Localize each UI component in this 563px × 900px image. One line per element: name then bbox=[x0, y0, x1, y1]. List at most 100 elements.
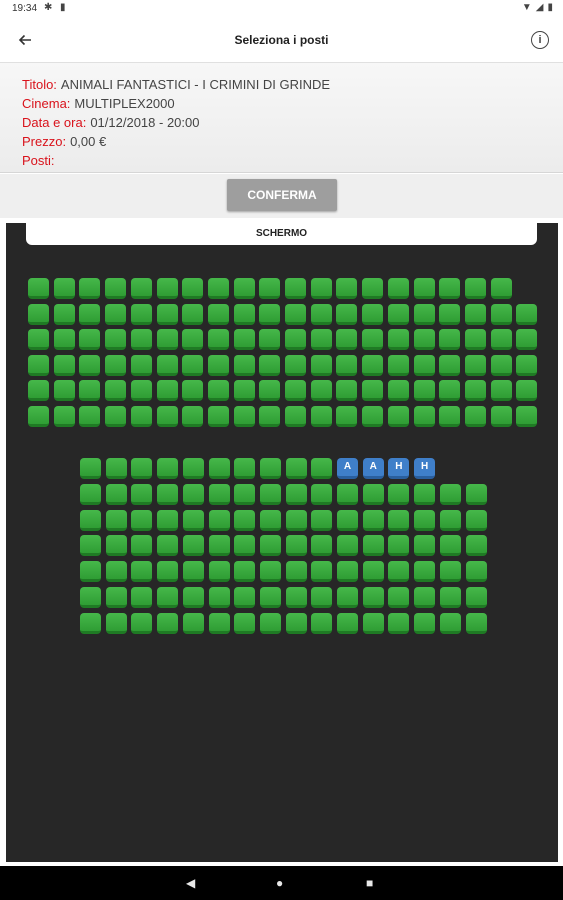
seat[interactable] bbox=[310, 303, 332, 325]
seat[interactable] bbox=[439, 561, 461, 583]
seat[interactable] bbox=[234, 561, 256, 583]
seat[interactable] bbox=[131, 612, 153, 634]
seat[interactable] bbox=[234, 587, 256, 608]
seat[interactable] bbox=[387, 278, 409, 299]
seat-selected[interactable]: H bbox=[414, 458, 436, 479]
seat[interactable] bbox=[337, 483, 358, 505]
seat[interactable] bbox=[79, 278, 101, 299]
seat[interactable] bbox=[259, 612, 281, 634]
seat[interactable] bbox=[337, 587, 358, 608]
seat[interactable] bbox=[336, 278, 358, 299]
seat[interactable] bbox=[336, 303, 358, 325]
seat[interactable] bbox=[208, 612, 230, 634]
seat[interactable] bbox=[234, 612, 256, 634]
seat[interactable] bbox=[157, 535, 179, 557]
seat[interactable] bbox=[259, 587, 281, 608]
seat[interactable] bbox=[311, 587, 333, 608]
seat[interactable] bbox=[336, 380, 358, 401]
seat[interactable] bbox=[310, 380, 332, 401]
seat[interactable] bbox=[310, 278, 332, 299]
seat[interactable] bbox=[207, 278, 229, 299]
seat[interactable] bbox=[208, 561, 230, 583]
seat[interactable] bbox=[311, 458, 333, 479]
seat[interactable] bbox=[414, 561, 436, 583]
seat[interactable] bbox=[285, 458, 307, 479]
nav-back-icon[interactable]: ◀ bbox=[186, 876, 195, 890]
seat[interactable] bbox=[234, 483, 256, 505]
seat-selected[interactable]: H bbox=[388, 458, 410, 479]
seat[interactable] bbox=[182, 278, 204, 299]
seat[interactable] bbox=[182, 329, 204, 350]
seat[interactable] bbox=[439, 303, 461, 325]
seat[interactable] bbox=[439, 612, 461, 634]
seat[interactable] bbox=[465, 612, 487, 634]
seat[interactable] bbox=[234, 458, 256, 479]
seat[interactable] bbox=[182, 509, 204, 531]
seat[interactable] bbox=[130, 405, 152, 427]
seat[interactable] bbox=[311, 509, 333, 531]
seat[interactable] bbox=[105, 612, 127, 634]
seat-selected[interactable]: A bbox=[362, 458, 384, 479]
seat[interactable] bbox=[465, 509, 487, 531]
seat[interactable] bbox=[285, 329, 306, 350]
seat[interactable] bbox=[464, 405, 486, 427]
seat[interactable] bbox=[337, 612, 358, 634]
seat[interactable] bbox=[105, 405, 127, 427]
seat[interactable] bbox=[413, 303, 435, 325]
seat[interactable] bbox=[233, 405, 255, 427]
seat[interactable] bbox=[131, 509, 153, 531]
seat[interactable] bbox=[259, 380, 281, 401]
seat[interactable] bbox=[387, 380, 409, 401]
seat[interactable] bbox=[464, 278, 486, 299]
seat[interactable] bbox=[310, 354, 332, 376]
seat[interactable] bbox=[105, 587, 127, 608]
seat[interactable] bbox=[516, 380, 538, 401]
seat[interactable] bbox=[131, 587, 153, 608]
seat[interactable] bbox=[157, 561, 179, 583]
seat[interactable] bbox=[157, 509, 179, 531]
seat[interactable] bbox=[80, 458, 101, 479]
seat[interactable] bbox=[53, 278, 75, 299]
seat[interactable] bbox=[337, 535, 358, 557]
seat[interactable] bbox=[182, 354, 204, 376]
seat[interactable] bbox=[207, 405, 229, 427]
seat[interactable] bbox=[131, 483, 153, 505]
seat[interactable] bbox=[362, 278, 384, 299]
seat[interactable] bbox=[259, 278, 281, 299]
seat[interactable] bbox=[310, 329, 332, 350]
seat[interactable] bbox=[182, 587, 204, 608]
seat[interactable] bbox=[285, 535, 307, 557]
seat[interactable] bbox=[516, 303, 538, 325]
seat[interactable] bbox=[80, 483, 101, 505]
seat[interactable] bbox=[516, 354, 538, 376]
seat[interactable] bbox=[439, 483, 461, 505]
seat[interactable] bbox=[362, 329, 384, 350]
seat[interactable] bbox=[388, 587, 410, 608]
seat[interactable] bbox=[362, 483, 384, 505]
seat[interactable] bbox=[337, 509, 358, 531]
seat[interactable] bbox=[439, 329, 461, 350]
seat[interactable] bbox=[490, 354, 512, 376]
seat[interactable] bbox=[310, 405, 332, 427]
seat[interactable] bbox=[157, 612, 179, 634]
seat[interactable] bbox=[130, 380, 152, 401]
seat[interactable] bbox=[285, 483, 307, 505]
seat[interactable] bbox=[80, 612, 101, 634]
seat[interactable] bbox=[414, 483, 436, 505]
seat[interactable] bbox=[130, 278, 152, 299]
seat[interactable] bbox=[388, 483, 410, 505]
seat[interactable] bbox=[465, 561, 487, 583]
seat[interactable] bbox=[156, 405, 178, 427]
seat[interactable] bbox=[362, 509, 384, 531]
seat[interactable] bbox=[130, 329, 152, 350]
seat[interactable] bbox=[259, 354, 281, 376]
seat[interactable] bbox=[387, 303, 409, 325]
seat[interactable] bbox=[337, 561, 358, 583]
seat[interactable] bbox=[490, 380, 512, 401]
seat[interactable] bbox=[490, 405, 512, 427]
seat[interactable] bbox=[131, 561, 153, 583]
seat[interactable] bbox=[362, 380, 384, 401]
seat[interactable] bbox=[79, 303, 101, 325]
seat[interactable] bbox=[53, 380, 75, 401]
seat[interactable] bbox=[413, 278, 435, 299]
